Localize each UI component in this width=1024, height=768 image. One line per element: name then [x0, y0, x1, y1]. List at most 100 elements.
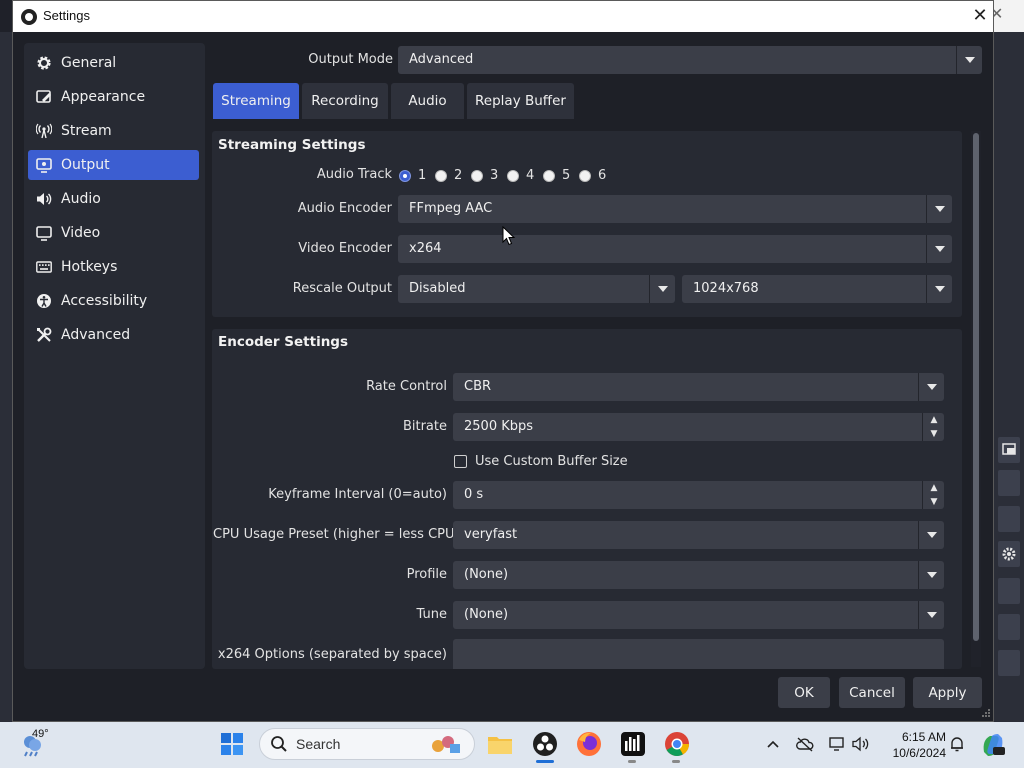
- file-explorer-icon[interactable]: [486, 730, 514, 758]
- sidebar-item-general[interactable]: General: [28, 48, 199, 78]
- video-encoder-select[interactable]: x264: [398, 235, 952, 263]
- sidebar-item-output[interactable]: Output: [28, 150, 199, 180]
- sidebar-item-label: Accessibility: [61, 293, 148, 309]
- resize-grip-icon[interactable]: [981, 707, 991, 717]
- sidebar-item-label: Audio: [61, 191, 101, 207]
- radio-dot: [579, 169, 591, 182]
- radio-dot: [543, 169, 555, 182]
- chevron-up-icon[interactable]: ▲: [923, 481, 945, 495]
- taskbar-clock[interactable]: 6:15 AM 10/6/2024: [880, 729, 946, 761]
- sidebar-item-advanced[interactable]: Advanced: [28, 320, 199, 350]
- audio-track-radio-5[interactable]: 5: [543, 168, 570, 183]
- background-gear-icon[interactable]: [998, 541, 1020, 567]
- settings-window: Settings ✕ General Appearance Stream Out…: [12, 0, 994, 722]
- sidebar-item-appearance[interactable]: Appearance: [28, 82, 199, 112]
- profile-select[interactable]: (None): [453, 561, 944, 589]
- scrollbar-thumb[interactable]: [973, 133, 979, 641]
- radio-dot: [471, 169, 483, 182]
- sidebar-item-label: Appearance: [61, 89, 146, 105]
- output-mode-select[interactable]: Advanced: [398, 46, 982, 74]
- keyframe-interval-value: 0 s: [464, 487, 484, 502]
- antenna-icon: [36, 123, 52, 139]
- encoder-settings-title: Encoder Settings: [218, 334, 349, 350]
- appearance-icon: [36, 89, 52, 105]
- background-dock-icon[interactable]: [998, 437, 1020, 463]
- weather-temperature: 49°: [32, 728, 49, 740]
- background-button[interactable]: [998, 578, 1020, 604]
- radio-label: 1: [418, 168, 427, 183]
- rescale-output-select[interactable]: Disabled: [398, 275, 675, 303]
- ok-button[interactable]: OK: [778, 677, 830, 708]
- cpu-preset-select[interactable]: veryfast: [453, 521, 944, 549]
- spin-buttons: ▲ ▼: [922, 413, 944, 441]
- background-button[interactable]: [998, 614, 1020, 640]
- audio-encoder-select[interactable]: FFmpeg AAC: [398, 195, 952, 223]
- tab-audio[interactable]: Audio: [391, 83, 464, 119]
- chevron-down-icon[interactable]: ▼: [923, 427, 945, 441]
- background-button[interactable]: [998, 470, 1020, 496]
- sidebar-item-video[interactable]: Video: [28, 218, 199, 248]
- x264-options-input[interactable]: [453, 639, 944, 669]
- audio-track-radio-1[interactable]: 1: [399, 168, 426, 183]
- obs-logo-icon: [21, 9, 37, 25]
- sidebar-item-stream[interactable]: Stream: [28, 116, 199, 146]
- cancel-button[interactable]: Cancel: [839, 677, 905, 708]
- chrome-icon[interactable]: [663, 730, 691, 758]
- tab-recording[interactable]: Recording: [302, 83, 388, 119]
- bitrate-spinbox[interactable]: 2500 Kbps ▲ ▼: [453, 413, 944, 441]
- bitrate-label: Bitrate: [402, 419, 447, 434]
- tune-select[interactable]: (None): [453, 601, 944, 629]
- tab-replay-buffer[interactable]: Replay Buffer: [467, 83, 574, 119]
- audio-encoder-label: Audio Encoder: [297, 201, 392, 216]
- output-icon: [36, 157, 52, 173]
- cpu-preset-value: veryfast: [464, 527, 518, 542]
- tune-value: (None): [464, 607, 509, 622]
- sidebar-item-label: Advanced: [61, 327, 131, 343]
- settings-sidebar: General Appearance Stream Output Audio V…: [24, 43, 205, 669]
- clock-date: 10/6/2024: [892, 746, 946, 760]
- audio-track-radio-6[interactable]: 6: [579, 168, 606, 183]
- copilot-icon[interactable]: [980, 732, 1006, 758]
- background-button[interactable]: [998, 506, 1020, 532]
- obs-studio-icon[interactable]: [531, 730, 559, 758]
- sidebar-item-audio[interactable]: Audio: [28, 184, 199, 214]
- chevron-down-icon: [649, 275, 675, 303]
- audio-track-label: Audio Track: [316, 167, 392, 182]
- search-highlight-icon: [428, 732, 464, 756]
- windows-start-icon[interactable]: [218, 730, 246, 758]
- chevron-down-icon[interactable]: ▼: [923, 495, 945, 509]
- chevron-up-icon[interactable]: [764, 736, 782, 752]
- notification-bell-icon[interactable]: [948, 736, 966, 752]
- custom-buffer-checkbox[interactable]: Use Custom Buffer Size: [454, 454, 628, 469]
- audio-app-icon[interactable]: [619, 730, 647, 758]
- rescale-resolution-select[interactable]: 1024x768: [682, 275, 952, 303]
- sidebar-item-hotkeys[interactable]: Hotkeys: [28, 252, 199, 282]
- sidebar-item-label: General: [61, 55, 117, 71]
- keyframe-interval-spinbox[interactable]: 0 s ▲ ▼: [453, 481, 944, 509]
- background-button[interactable]: [998, 650, 1020, 676]
- firefox-icon[interactable]: [575, 730, 603, 758]
- cloud-offline-icon[interactable]: [796, 736, 814, 752]
- radio-dot: [435, 169, 447, 182]
- app-running-indicator: [628, 760, 636, 763]
- audio-track-radio-3[interactable]: 3: [471, 168, 498, 183]
- output-mode-label: Output Mode: [308, 52, 393, 67]
- sidebar-item-accessibility[interactable]: Accessibility: [28, 286, 199, 316]
- app-running-indicator: [672, 760, 680, 763]
- rate-control-select[interactable]: CBR: [453, 373, 944, 401]
- chevron-up-icon[interactable]: ▲: [923, 413, 945, 427]
- audio-track-radio-4[interactable]: 4: [507, 168, 534, 183]
- taskbar-search[interactable]: Search: [259, 728, 475, 760]
- network-icon[interactable]: [828, 736, 846, 752]
- close-icon[interactable]: ✕: [969, 4, 991, 28]
- apply-button[interactable]: Apply: [913, 677, 982, 708]
- title-bar[interactable]: Settings ✕: [13, 1, 993, 32]
- keyframe-interval-label: Keyframe Interval (0=auto): [268, 487, 447, 502]
- tab-streaming[interactable]: Streaming: [213, 83, 299, 119]
- sidebar-item-label: Output: [61, 157, 110, 173]
- accessibility-icon: [36, 293, 52, 309]
- volume-icon[interactable]: [852, 736, 870, 752]
- audio-track-radio-2[interactable]: 2: [435, 168, 462, 183]
- custom-buffer-label: Use Custom Buffer Size: [475, 454, 628, 469]
- x264-options-label: x264 Options (separated by space): [217, 647, 447, 662]
